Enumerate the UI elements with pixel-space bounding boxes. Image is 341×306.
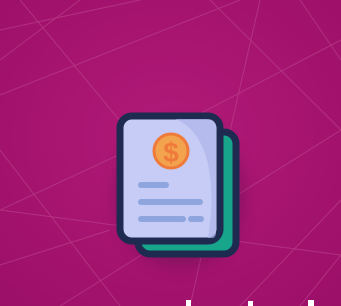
invoice-documents-icon: $ bbox=[116, 112, 242, 265]
promo-card: $ bbox=[0, 0, 341, 306]
dollar-symbol: $ bbox=[163, 137, 179, 168]
